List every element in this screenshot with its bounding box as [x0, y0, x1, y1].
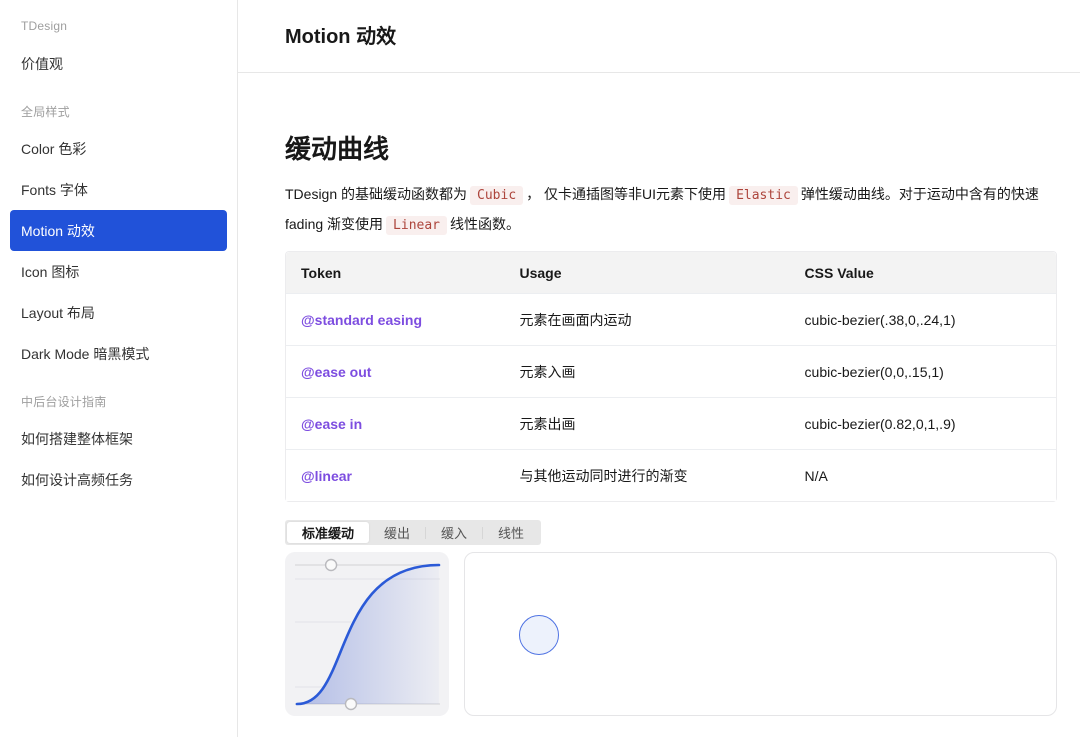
usage-cell: 元素入画 [504, 345, 789, 397]
table-body: @standard easing 元素在画面内运动cubic-bezier(.38… [286, 293, 1056, 501]
column-header: Usage [504, 252, 789, 293]
token-name: @standard easing [301, 312, 422, 328]
sidebar-group-label: 中后台设计指南 [10, 384, 227, 418]
token-cell: @ease in [286, 397, 504, 449]
tab-ease-out[interactable]: 缓出 [369, 522, 425, 543]
sidebar-item-motion[interactable]: Motion 动效 [10, 210, 227, 251]
table-row: @linear 与其他运动同时进行的渐变N/A [286, 449, 1056, 501]
easing-token-table: TokenUsageCSS Value @standard easing 元素在画… [285, 251, 1057, 502]
sidebar-item-design-tasks[interactable]: 如何设计高频任务 [10, 459, 227, 500]
sidebar-item-fonts[interactable]: Fonts 字体 [10, 169, 227, 210]
token-cell: @linear [286, 449, 504, 501]
css-value-cell: cubic-bezier(.38,0,.24,1) [790, 293, 1056, 345]
usage-cell: 元素在画面内运动 [504, 293, 789, 345]
sidebar-item-build-framework[interactable]: 如何搭建整体框架 [10, 418, 227, 459]
usage-cell: 与其他运动同时进行的渐变 [504, 449, 789, 501]
sidebar-group-label: TDesign [10, 9, 227, 43]
bezier-handle-bottom[interactable] [345, 699, 356, 710]
sidebar-item-layout[interactable]: Layout 布局 [10, 292, 227, 333]
app-window: TDesign价值观全局样式Color 色彩Fonts 字体Motion 动效I… [0, 0, 1080, 737]
tab-ease-in[interactable]: 缓入 [426, 522, 482, 543]
token-cell: @ease out [286, 345, 504, 397]
table-header: TokenUsageCSS Value [286, 252, 1056, 293]
intro-paragraph: TDesign 的基础缓动函数都为Cubic， 仅卡通插图等非UI元素下使用El… [285, 180, 1057, 240]
sidebar-item-color[interactable]: Color 色彩 [10, 128, 227, 169]
content-area: 缓动曲线 TDesign 的基础缓动函数都为Cubic， 仅卡通插图等非UI元素… [238, 132, 1080, 716]
token-name: @ease out [301, 364, 371, 380]
main-content: Motion 动效 缓动曲线 TDesign 的基础缓动函数都为Cubic， 仅… [238, 0, 1080, 737]
easing-tabbar: 标准缓动缓出缓入线性 [285, 520, 541, 545]
css-value-cell: N/A [790, 449, 1056, 501]
usage-cell: 元素出画 [504, 397, 789, 449]
animation-demo-panel [464, 552, 1057, 716]
token-name: @ease in [301, 416, 362, 432]
css-value-cell: cubic-bezier(0,0,.15,1) [790, 345, 1056, 397]
sidebar-group-label: 全局样式 [10, 94, 227, 128]
token-name: @linear [301, 468, 352, 484]
column-header: Token [286, 252, 504, 293]
animated-ball [519, 615, 559, 655]
table-row: @ease out 元素入画cubic-bezier(0,0,.15,1) [286, 345, 1056, 397]
tab-linear[interactable]: 线性 [483, 522, 539, 543]
sidebar-item-dark-mode[interactable]: Dark Mode 暗黑模式 [10, 333, 227, 374]
section-heading: 缓动曲线 [285, 132, 1057, 166]
sidebar-item-values[interactable]: 价值观 [10, 43, 227, 84]
bezier-curve-panel [285, 552, 449, 716]
bezier-handle-top[interactable] [326, 560, 337, 571]
curve-fill [297, 565, 439, 704]
table-row: @ease in 元素出画cubic-bezier(0.82,0,1,.9) [286, 397, 1056, 449]
token-cell: @standard easing [286, 293, 504, 345]
sidebar-item-icon[interactable]: Icon 图标 [10, 251, 227, 292]
demo-panels [285, 552, 1057, 716]
column-header: CSS Value [790, 252, 1056, 293]
sidebar-nav: TDesign价值观全局样式Color 色彩Fonts 字体Motion 动效I… [0, 0, 238, 737]
page-header: Motion 动效 [238, 0, 1080, 73]
easing-curve-chart [285, 552, 449, 716]
page-title: Motion 动效 [285, 25, 1080, 49]
table-row: @standard easing 元素在画面内运动cubic-bezier(.38… [286, 293, 1056, 345]
css-value-cell: cubic-bezier(0.82,0,1,.9) [790, 397, 1056, 449]
code-chip: Linear [386, 216, 447, 235]
code-chip: Cubic [470, 186, 523, 205]
code-chip: Elastic [729, 186, 798, 205]
tab-standard[interactable]: 标准缓动 [287, 522, 369, 543]
